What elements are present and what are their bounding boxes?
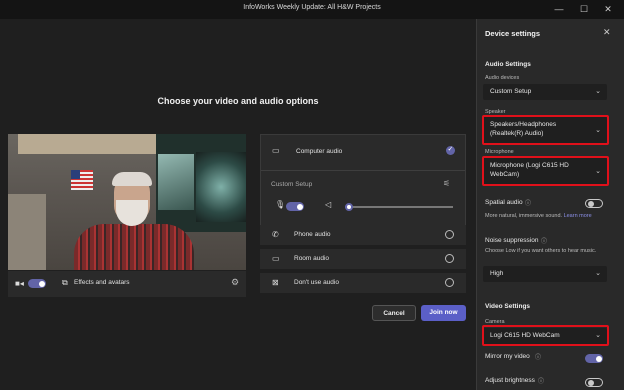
title-bar: InfoWorks Weekly Update: All H&W Project… <box>0 0 624 19</box>
minimize-button[interactable]: — <box>549 2 569 16</box>
no-audio-label: Don't use audio <box>294 279 339 286</box>
microphone-highlight <box>482 156 609 186</box>
learn-more-link[interactable]: Learn more <box>564 213 592 219</box>
panel-title: Device settings <box>485 29 541 38</box>
room-icon: ▭ <box>272 254 280 263</box>
microphone-toggle[interactable] <box>286 202 304 211</box>
person-hair <box>112 172 152 186</box>
window-title: InfoWorks Weekly Update: All H&W Project… <box>243 4 381 11</box>
audio-devices-dropdown[interactable]: Custom Setup ⌄ <box>483 84 607 100</box>
adjust-brightness-toggle[interactable] <box>585 378 603 387</box>
computer-audio-label: Computer audio <box>296 148 343 155</box>
room-audio-radio[interactable] <box>445 254 454 263</box>
spatial-desc-text: More natural, immersive sound. <box>485 213 563 219</box>
no-audio-radio[interactable] <box>445 278 454 287</box>
computer-audio-radio[interactable] <box>446 145 455 155</box>
spatial-audio-description: More natural, immersive sound. Learn mor… <box>485 213 603 220</box>
custom-setup-label: Custom Setup <box>271 181 313 188</box>
no-audio-option[interactable]: ⊠ Don't use audio <box>260 273 466 293</box>
spatial-audio-toggle[interactable] <box>585 199 603 208</box>
audio-devices-value: Custom Setup <box>490 88 532 95</box>
camera-highlight <box>482 325 609 346</box>
noise-suppression-label: Noise suppression <box>485 237 539 244</box>
room-audio-option[interactable]: ▭ Room audio <box>260 249 466 269</box>
info-icon[interactable]: ⓘ <box>525 198 531 207</box>
video-cabinet <box>8 194 46 270</box>
speaker-highlight <box>482 115 609 145</box>
device-settings-panel: Device settings ✕ Audio Settings Audio d… <box>476 19 624 390</box>
person-shirt <box>74 224 194 270</box>
flag-image <box>71 170 93 190</box>
video-monitor-b <box>196 152 246 222</box>
video-preview <box>8 134 246 270</box>
info-icon[interactable]: ⓘ <box>541 236 547 245</box>
noise-suppression-description: Choose Low if you want others to hear mu… <box>485 248 597 254</box>
info-icon[interactable]: ⓘ <box>535 352 541 361</box>
maximize-button[interactable]: ☐ <box>574 2 594 16</box>
phone-audio-label: Phone audio <box>294 231 331 238</box>
microphone-icon: 🎙︎ <box>275 200 286 209</box>
room-audio-label: Room audio <box>294 255 330 262</box>
noise-suppression-value: High <box>490 270 504 277</box>
audio-settings-icon[interactable]: ⚟ <box>443 179 450 188</box>
join-now-button[interactable]: Join now <box>421 305 466 321</box>
divider <box>261 170 465 171</box>
effects-and-avatars-link[interactable]: Effects and avatars <box>74 279 130 286</box>
spatial-audio-label: Spatial audio <box>485 199 523 206</box>
close-window-button[interactable]: ✕ <box>598 2 618 16</box>
close-icon[interactable]: ✕ <box>603 27 611 38</box>
microphone-label: Microphone <box>485 149 514 155</box>
chevron-down-icon: ⌄ <box>595 270 601 277</box>
info-icon[interactable]: ⓘ <box>538 376 544 385</box>
phone-audio-option[interactable]: ✆ Phone audio <box>260 225 466 245</box>
page-title: Choose your video and audio options <box>157 96 319 106</box>
audio-settings-heading: Audio Settings <box>485 61 531 68</box>
mirror-video-label: Mirror my video <box>485 353 530 360</box>
phone-audio-radio[interactable] <box>445 230 454 239</box>
monitor-icon: ▭ <box>272 146 280 155</box>
camera-toggle[interactable] <box>28 279 46 288</box>
mirror-video-toggle[interactable] <box>585 354 603 363</box>
noise-suppression-dropdown[interactable]: High ⌄ <box>483 266 607 282</box>
adjust-brightness-label: Adjust brightness <box>485 377 535 384</box>
video-settings-heading: Video Settings <box>485 303 531 310</box>
audio-devices-label: Audio devices <box>485 75 520 81</box>
cancel-button[interactable]: Cancel <box>372 305 416 321</box>
video-monitor-wall <box>156 134 246 232</box>
no-audio-icon: ⊠ <box>272 278 279 287</box>
phone-icon: ✆ <box>272 230 279 239</box>
speaker-volume-slider[interactable] <box>345 203 453 211</box>
chevron-down-icon: ⌄ <box>595 88 601 95</box>
effects-icon[interactable]: ⧉ <box>62 278 68 288</box>
video-monitor-a <box>158 154 194 210</box>
video-controls-bar: ■◂ ⧉ Effects and avatars ⚙ <box>8 271 246 297</box>
camera-icon: ■◂ <box>15 279 24 288</box>
gear-icon[interactable]: ⚙ <box>231 277 239 288</box>
speaker-icon: ◁ <box>325 200 332 209</box>
